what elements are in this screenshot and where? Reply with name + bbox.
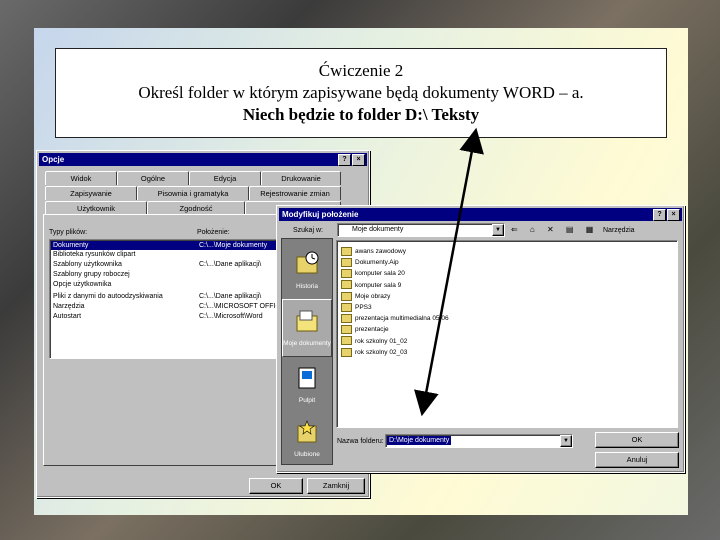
annotation-arrow bbox=[414, 127, 484, 417]
